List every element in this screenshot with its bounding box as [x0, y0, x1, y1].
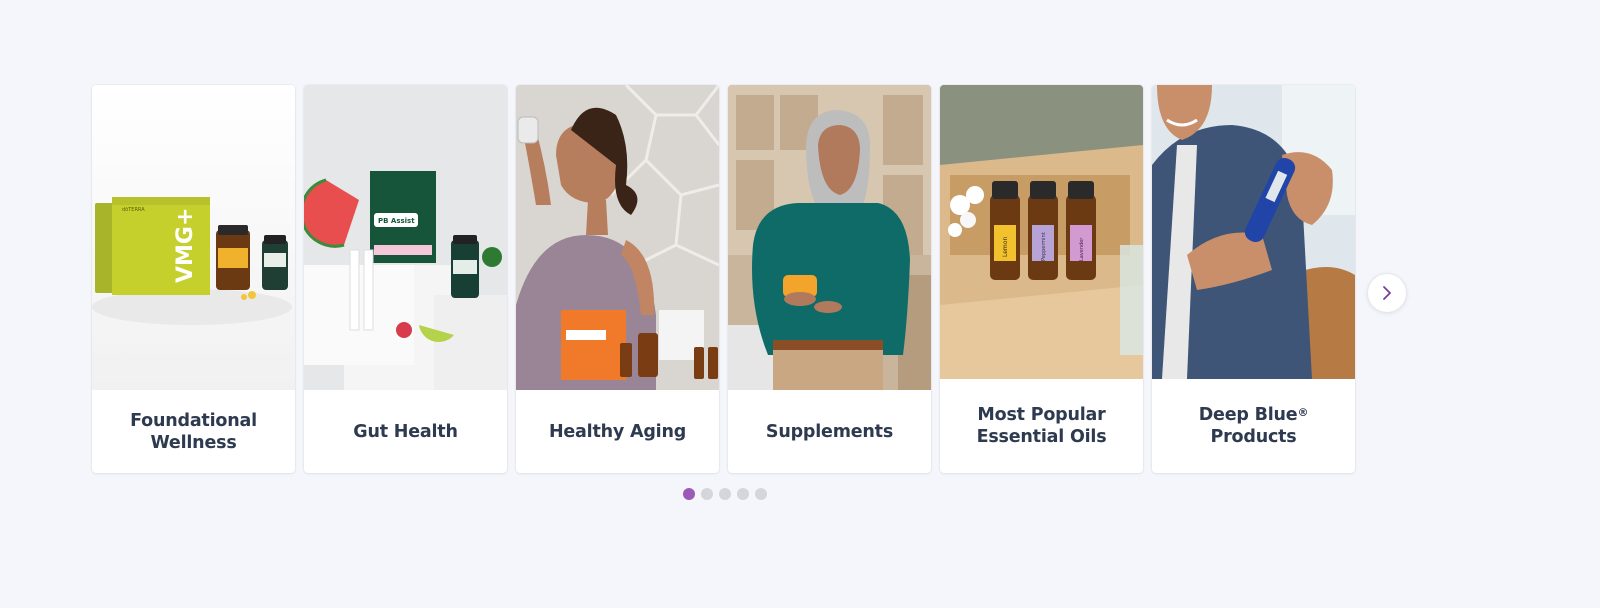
registered-mark: ® [1297, 406, 1309, 419]
card-title: Gut Health [353, 421, 458, 442]
category-card-most-popular-essential-oils[interactable]: Lemon Peppermint Lavender Most Popular E… [940, 85, 1143, 473]
category-card-foundational-wellness[interactable]: dōTERRA VMG+ Foundational Wellness [92, 85, 295, 473]
pagination-dot[interactable] [683, 488, 695, 500]
svg-text:Lavender: Lavender [1079, 237, 1085, 261]
svg-text:VMG+: VMG+ [173, 208, 198, 283]
category-card-supplements[interactable]: Supplements [728, 85, 931, 473]
svg-text:dōTERRA: dōTERRA [122, 207, 145, 213]
vmg-plus-product-kit-photo: dōTERRA VMG+ [92, 85, 295, 390]
man-holding-deep-blue-stick-photo [1152, 85, 1355, 379]
essential-oil-bottles-tray-photo: Lemon Peppermint Lavender [940, 85, 1143, 379]
card-title: Supplements [765, 421, 894, 442]
svg-text:Peppermint: Peppermint [1041, 232, 1047, 261]
category-card-gut-health[interactable]: PB Assist Gut Health [304, 85, 507, 473]
svg-text:Lemon: Lemon [1002, 237, 1009, 257]
card-title-line1: Deep Blue [1198, 405, 1298, 425]
woman-holding-supplement-bottle-photo [728, 85, 931, 390]
carousel-next-button[interactable] [1367, 273, 1407, 313]
card-title: Deep Blue® Products [1160, 379, 1347, 473]
category-carousel: dōTERRA VMG+ Foundational Wellness PB As… [92, 85, 1362, 473]
pagination-dot[interactable] [737, 488, 749, 500]
svg-text:PB Assist: PB Assist [378, 217, 415, 225]
card-title: Healthy Aging [548, 421, 687, 442]
card-title-line2: Products [1210, 427, 1297, 447]
pb-assist-products-photo: PB Assist [304, 85, 507, 390]
chevron-right-icon [1383, 286, 1391, 300]
pagination-dot[interactable] [719, 488, 731, 500]
card-title: Most Popular Essential Oils [976, 405, 1107, 447]
pagination-dot[interactable] [755, 488, 767, 500]
carousel-pagination [683, 488, 767, 500]
category-card-healthy-aging[interactable]: Healthy Aging [516, 85, 719, 473]
woman-drinking-metapwr-photo [516, 85, 719, 390]
pagination-dot[interactable] [701, 488, 713, 500]
category-card-deep-blue-products[interactable]: Deep Blue® Products [1152, 85, 1355, 473]
card-title: Foundational Wellness [130, 410, 257, 453]
